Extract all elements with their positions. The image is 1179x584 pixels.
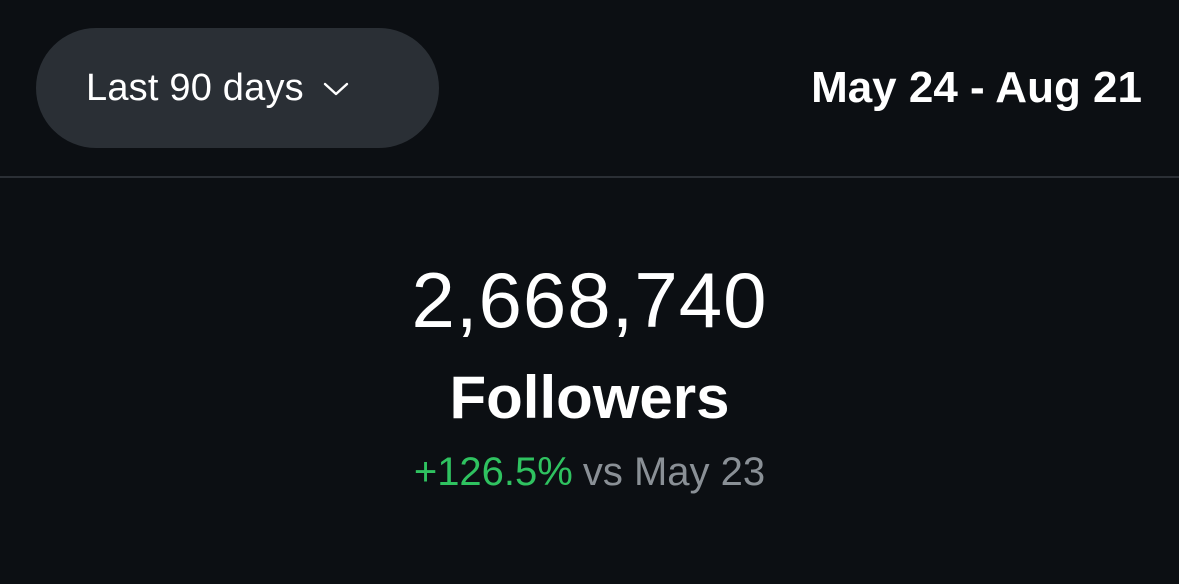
divider bbox=[0, 176, 1179, 178]
followers-label: Followers bbox=[449, 364, 730, 431]
followers-count: 2,668,740 bbox=[411, 256, 768, 344]
followers-change: +126.5% vs May 23 bbox=[0, 444, 1179, 500]
followers-stat: 2,668,740 Followers +126.5% vs May 23 bbox=[0, 250, 1179, 500]
analytics-screen: Last 90 days May 24 - Aug 21 2,668,740 F… bbox=[0, 0, 1179, 584]
change-percent: +126.5% bbox=[413, 450, 573, 494]
date-range-dropdown[interactable]: Last 90 days bbox=[36, 28, 439, 148]
change-compare-text: vs May 23 bbox=[582, 450, 766, 494]
header: Last 90 days May 24 - Aug 21 bbox=[0, 0, 1179, 176]
date-range-dropdown-label: Last 90 days bbox=[86, 66, 304, 109]
chevron-down-icon bbox=[322, 80, 350, 98]
date-range-text: May 24 - Aug 21 bbox=[811, 63, 1142, 112]
